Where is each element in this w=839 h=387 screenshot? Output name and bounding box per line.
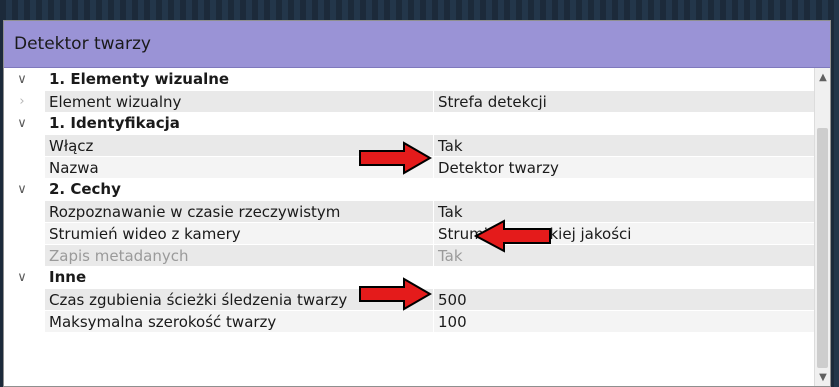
chevron-right-icon[interactable]: › — [13, 90, 31, 112]
property-value[interactable]: Detektor twarzy — [434, 156, 814, 178]
section-cechy[interactable]: ∨ 2. Cechy — [4, 178, 814, 200]
property-name: Maksymalna szerokość twarzy — [45, 310, 434, 332]
property-name: Rozpoznawanie w czasie rzeczywistym — [45, 200, 434, 222]
property-name: Element wizualny — [45, 90, 434, 112]
section-label: 1. Elementy wizualne — [49, 70, 230, 88]
property-row-element-wizualny[interactable]: › Element wizualny Strefa detekcji — [4, 90, 814, 112]
scroll-down-icon[interactable]: ▼ — [815, 370, 831, 384]
property-value[interactable]: 100 — [434, 310, 814, 332]
property-value[interactable]: Tak — [434, 134, 814, 156]
arrow-right-icon — [359, 277, 432, 311]
property-row-maksymalna-szerokosc[interactable]: Maksymalna szerokość twarzy 100 — [4, 310, 814, 332]
property-name: Zapis metadanych — [45, 244, 434, 266]
chevron-down-icon[interactable]: ∨ — [13, 112, 31, 134]
property-value[interactable]: 500 — [434, 288, 814, 310]
chevron-down-icon[interactable]: ∨ — [13, 178, 31, 200]
property-name: Strumień wideo z kamery — [45, 222, 434, 244]
panel-title: Detektor twarzy — [4, 21, 830, 68]
scroll-up-icon[interactable]: ▲ — [815, 70, 831, 84]
section-label: Inne — [49, 268, 87, 286]
section-identyfikacja[interactable]: ∨ 1. Identyfikacja — [4, 112, 814, 134]
chevron-down-icon[interactable]: ∨ — [13, 266, 31, 288]
section-label: 1. Identyfikacja — [49, 114, 180, 132]
arrow-left-icon — [474, 219, 551, 253]
vertical-scrollbar[interactable]: ▲ ▼ — [814, 68, 830, 386]
property-row-strumien-wideo[interactable]: Strumień wideo z kamery Strumień wysokie… — [4, 222, 814, 244]
properties-panel: Detektor twarzy ∨ 1. Elementy wizualne ›… — [3, 20, 831, 387]
scroll-thumb[interactable] — [817, 128, 828, 368]
section-elementy-wizualne[interactable]: ∨ 1. Elementy wizualne — [4, 68, 814, 90]
property-row-rozpoznawanie[interactable]: Rozpoznawanie w czasie rzeczywistym Tak — [4, 200, 814, 222]
section-label: 2. Cechy — [49, 180, 121, 198]
property-value[interactable]: Strefa detekcji — [434, 90, 814, 112]
arrow-right-icon — [359, 141, 432, 175]
property-row-zapis-metadanych: Zapis metadanych Tak — [4, 244, 814, 266]
chevron-down-icon[interactable]: ∨ — [13, 68, 31, 90]
